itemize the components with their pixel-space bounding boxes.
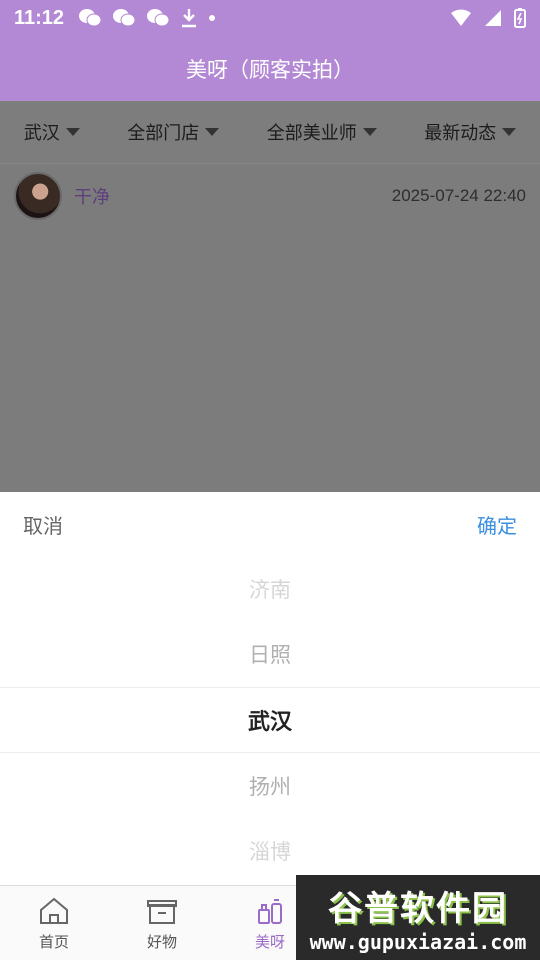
- page-title: 美呀（顾客实拍）: [0, 36, 540, 101]
- post-timestamp: 2025-07-24 22:40: [391, 186, 526, 205]
- dropdown-arrow-icon: [65, 128, 80, 136]
- filter-sort-label: 最新动态: [424, 123, 497, 144]
- battery-icon: [514, 8, 526, 28]
- dropdown-arrow-icon: [502, 128, 517, 136]
- filter-stylist[interactable]: 全部美业师: [267, 119, 377, 145]
- site-watermark: 谷普软件园 www.gupuxiazai.com: [296, 875, 540, 960]
- picker-option[interactable]: 扬州: [0, 753, 540, 818]
- picker-option-selected[interactable]: 武汉: [0, 687, 540, 752]
- picker-toolbar: 取消 确定: [0, 492, 540, 556]
- notification-icons: [78, 8, 216, 28]
- status-bar: 11:12: [0, 0, 540, 36]
- wechat-icon: [113, 9, 136, 27]
- filter-stylist-label: 全部美业师: [266, 123, 357, 144]
- filter-store-label: 全部门店: [127, 123, 200, 144]
- picker-wheel[interactable]: 济南 日照 武汉 扬州 淄博: [0, 556, 540, 884]
- dot-icon: [209, 15, 216, 21]
- city-picker-sheet: 取消 确定 济南 日照 武汉 扬州 淄博: [0, 492, 540, 885]
- avatar[interactable]: [14, 172, 62, 220]
- cancel-button[interactable]: 取消: [23, 510, 63, 539]
- wifi-icon: [451, 9, 471, 26]
- dropdown-arrow-icon: [205, 128, 220, 136]
- filter-city-label: 武汉: [23, 123, 60, 144]
- confirm-button[interactable]: 确定: [477, 510, 517, 539]
- tab-goods[interactable]: 好物: [108, 886, 216, 960]
- tab-goods-label: 好物: [146, 933, 177, 951]
- wechat-icon: [147, 9, 170, 27]
- watermark-title: 谷普软件园: [328, 889, 508, 929]
- wechat-icon: [79, 9, 102, 27]
- tab-home-label: 首页: [38, 933, 69, 951]
- filter-city[interactable]: 武汉: [24, 119, 80, 145]
- watermark-url: www.gupuxiazai.com: [309, 930, 527, 954]
- gift-box-icon: [147, 900, 177, 924]
- post-item[interactable]: 干净 2025-07-24 22:40: [0, 164, 540, 228]
- filter-store[interactable]: 全部门店: [127, 119, 220, 145]
- filter-sort[interactable]: 最新动态: [424, 119, 517, 145]
- filter-bar: 武汉 全部门店 全部美业师 最新动态: [0, 101, 540, 164]
- tab-home[interactable]: 首页: [0, 886, 108, 960]
- picker-option[interactable]: 淄博: [0, 818, 540, 883]
- tab-meiya-label: 美呀: [254, 933, 285, 951]
- dropdown-arrow-icon: [362, 128, 377, 136]
- post-author-name[interactable]: 干净: [74, 183, 110, 209]
- cosmetics-icon: [258, 899, 282, 924]
- picker-option[interactable]: 济南: [0, 556, 540, 621]
- status-time: 11:12: [14, 6, 65, 29]
- picker-option[interactable]: 日照: [0, 621, 540, 686]
- signal-icon: [485, 10, 501, 26]
- download-icon: [182, 9, 197, 28]
- home-icon: [40, 897, 68, 924]
